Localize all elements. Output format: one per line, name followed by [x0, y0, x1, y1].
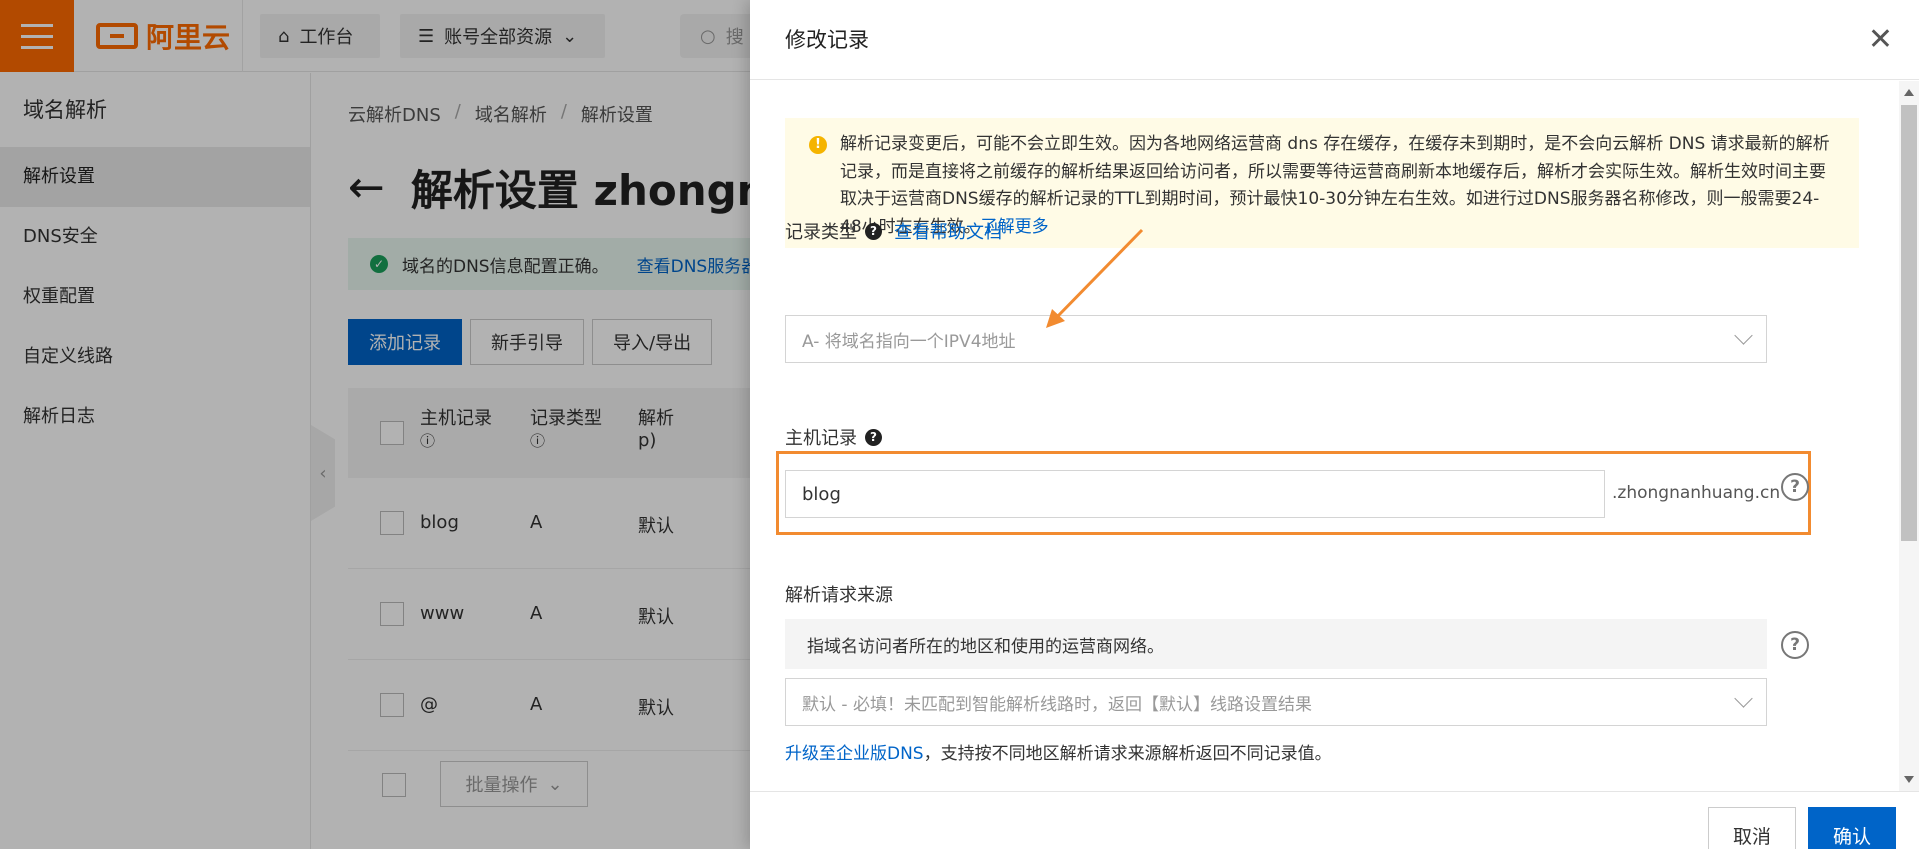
- host-label-row: 主机记录 ?: [785, 424, 882, 450]
- domain-suffix: .zhongnanhuang.cn: [1612, 483, 1781, 503]
- confirm-button[interactable]: 确认: [1808, 807, 1896, 849]
- resolution-line-select[interactable]: 默认 - 必填！未匹配到智能解析线路时，返回【默认】线路设置结果: [785, 678, 1767, 726]
- modal-overlay[interactable]: [0, 0, 750, 849]
- close-icon[interactable]: ✕: [1868, 24, 1893, 56]
- source-label: 解析请求来源: [785, 585, 893, 606]
- upgrade-enterprise-link[interactable]: 升级至企业版DNS: [785, 744, 924, 764]
- host-input-value: blog: [802, 483, 841, 505]
- question-icon[interactable]: ?: [865, 428, 882, 446]
- drawer-body: ! 解析记录变更后，可能不会立即生效。因为各地网络运营商 dns 存在缓存，在缓…: [750, 81, 1919, 791]
- upgrade-notice: 升级至企业版DNS，支持按不同地区解析请求来源解析返回不同记录值。: [785, 739, 1332, 764]
- warning-icon: !: [809, 136, 827, 154]
- drawer-title: 修改记录: [785, 28, 869, 52]
- record-type-select[interactable]: A- 将域名指向一个IPV4地址: [785, 315, 1767, 363]
- chevron-down-icon: [1734, 326, 1753, 345]
- host-record-input[interactable]: blog: [785, 470, 1605, 518]
- upgrade-text: ，支持按不同地区解析请求来源解析返回不同记录值。: [923, 744, 1332, 764]
- scroll-up-icon[interactable]: [1904, 89, 1914, 96]
- help-circle-icon[interactable]: ?: [1781, 631, 1809, 659]
- record-type-label: 记录类型: [785, 222, 857, 243]
- question-icon[interactable]: ?: [865, 222, 882, 240]
- scroll-down-icon[interactable]: [1904, 776, 1914, 783]
- source-description: 指域名访问者所在的地区和使用的运营商网络。: [785, 619, 1767, 669]
- drawer-scrollbar[interactable]: [1899, 81, 1919, 791]
- source-label-row: 解析请求来源: [785, 581, 893, 607]
- edit-record-drawer: 修改记录 ✕ ! 解析记录变更后，可能不会立即生效。因为各地网络运营商 dns …: [750, 0, 1919, 849]
- drawer-header: 修改记录 ✕: [750, 0, 1919, 80]
- host-label: 主机记录: [785, 428, 857, 449]
- record-type-value: A- 将域名指向一个IPV4地址: [802, 331, 1016, 352]
- cancel-button[interactable]: 取消: [1708, 807, 1796, 849]
- resolution-line-value: 默认 - 必填！未匹配到智能解析线路时，返回【默认】线路设置结果: [802, 694, 1312, 715]
- drawer-footer: 取消 确认: [750, 791, 1919, 849]
- help-doc-link[interactable]: 查看帮助文档: [894, 218, 1002, 244]
- help-circle-icon[interactable]: ?: [1781, 473, 1809, 501]
- chevron-down-icon: [1734, 689, 1753, 708]
- record-type-label-row: 记录类型 ? 查看帮助文档: [785, 218, 1002, 244]
- scrollbar-thumb[interactable]: [1901, 105, 1917, 541]
